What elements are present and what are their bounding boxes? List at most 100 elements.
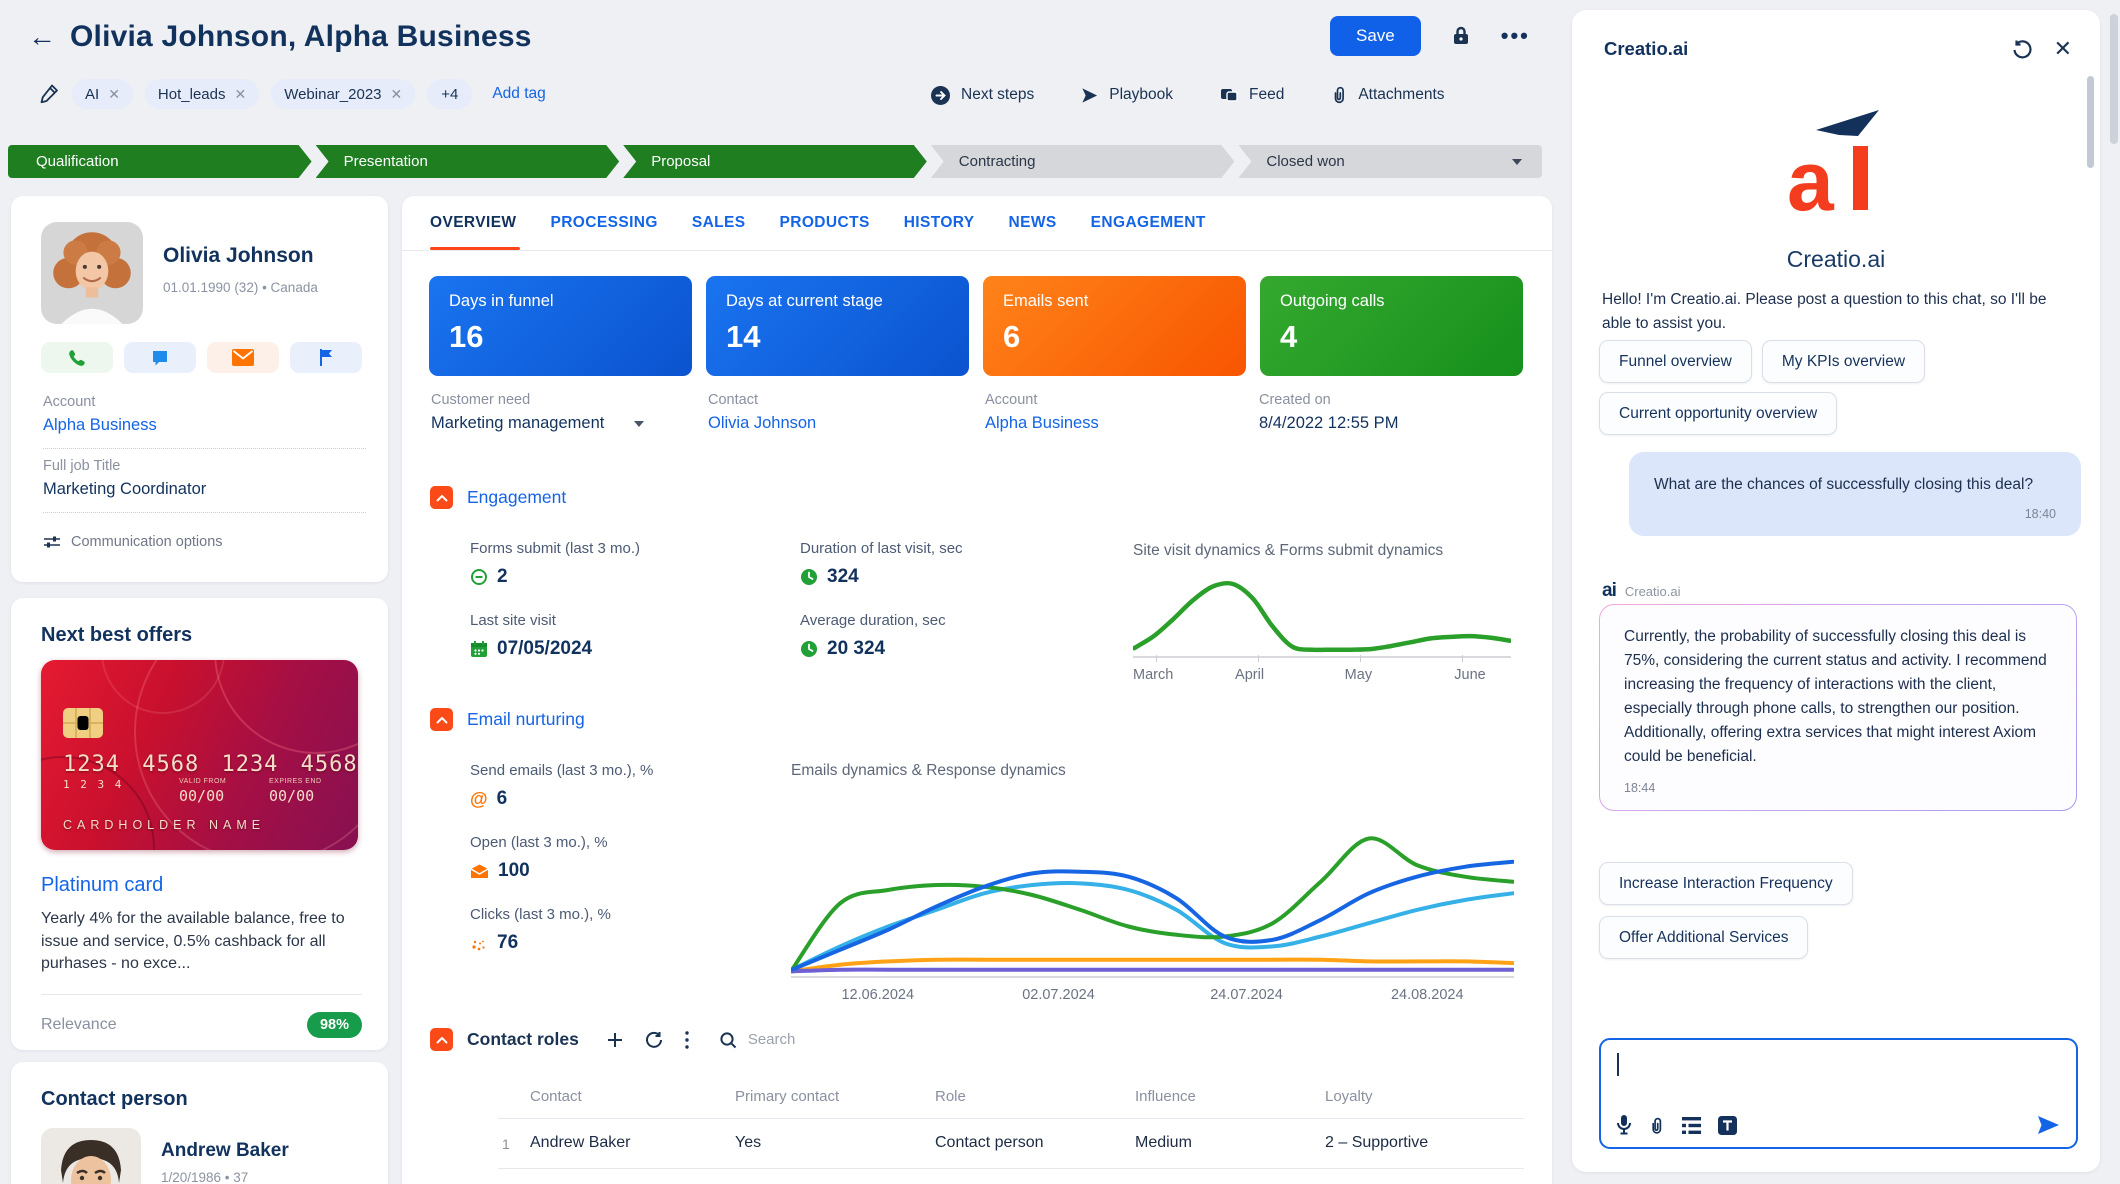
- kpi-label: Emails sent: [1003, 292, 1226, 311]
- tick-label: 24.07.2024: [1210, 987, 1283, 1003]
- metric-label: Average duration, sec: [800, 612, 946, 629]
- page-scrollbar-thumb[interactable]: [2110, 14, 2118, 144]
- contact-person-meta: 1/20/1986 • 37: [161, 1170, 248, 1184]
- collapse-icon[interactable]: [430, 1028, 453, 1051]
- tab-processing[interactable]: PROCESSING: [550, 196, 657, 250]
- funnel-stage-proposal[interactable]: Proposal: [623, 145, 927, 178]
- chat-input[interactable]: [1599, 1038, 2078, 1149]
- metric-label: Open (last 3 mo.), %: [470, 834, 608, 851]
- suggestion-kpis-overview[interactable]: My KPIs overview: [1762, 340, 1925, 383]
- funnel-stage-contracting[interactable]: Contracting: [931, 145, 1235, 178]
- row-contact-link[interactable]: Andrew Baker: [530, 1134, 631, 1152]
- chart-title: Emails dynamics & Response dynamics: [791, 762, 1514, 780]
- contact-link[interactable]: Olivia Johnson: [708, 414, 985, 433]
- tag-edit-icon[interactable]: [38, 83, 60, 105]
- search-input[interactable]: [746, 1030, 860, 1049]
- column-header-role[interactable]: Role: [935, 1088, 966, 1105]
- suggestion-funnel-overview[interactable]: Funnel overview: [1599, 340, 1752, 383]
- kpi-days-at-stage[interactable]: Days at current stage 14: [706, 276, 969, 376]
- microphone-icon[interactable]: [1617, 1115, 1631, 1135]
- column-header-loyalty[interactable]: Loyalty: [1325, 1088, 1373, 1105]
- add-tag-button[interactable]: Add tag: [492, 85, 545, 103]
- metric-label: Send emails (last 3 mo.), %: [470, 762, 653, 779]
- increase-interaction-button[interactable]: Increase Interaction Frequency: [1599, 862, 1853, 905]
- funnel-stage-qualification[interactable]: Qualification: [8, 145, 312, 178]
- lock-icon[interactable]: [1449, 24, 1473, 48]
- kpi-cards: Days in funnel 16 Days at current stage …: [429, 276, 1523, 376]
- last-site-visit-metric: Last site visit 07/05/2024: [470, 612, 592, 660]
- metric-value: 6: [497, 788, 508, 810]
- call-button[interactable]: [41, 342, 113, 373]
- kpi-emails-sent[interactable]: Emails sent 6: [983, 276, 1246, 376]
- tab-history[interactable]: HISTORY: [904, 196, 975, 250]
- chat-button[interactable]: [124, 342, 196, 373]
- ai-action-buttons: Offer Additional Services: [1599, 916, 1808, 959]
- account-link[interactable]: Alpha Business: [43, 416, 157, 435]
- email-button[interactable]: [207, 342, 279, 373]
- metric-label: Forms submit (last 3 mo.): [470, 540, 640, 557]
- metric-value: 20 324: [827, 638, 885, 660]
- field-label: Account: [985, 392, 1259, 408]
- next-steps-button[interactable]: Next steps: [930, 85, 1034, 106]
- chevron-down-icon: [634, 421, 644, 427]
- tab-sales[interactable]: SALES: [692, 196, 746, 250]
- card-valid-from: VALID FROM 00/00: [179, 778, 226, 805]
- page-title: Olivia Johnson, Alpha Business: [70, 20, 532, 54]
- tag-chip[interactable]: Hot_leads✕: [145, 79, 259, 109]
- tab-news[interactable]: NEWS: [1009, 196, 1057, 250]
- offer-name-link[interactable]: Platinum card: [41, 874, 163, 897]
- contact-roles-toolbar: [607, 1031, 689, 1049]
- column-header-contact[interactable]: Contact: [530, 1088, 582, 1105]
- card-number-small: 1 2 3 4: [63, 778, 123, 791]
- restart-chat-icon[interactable]: [2011, 39, 2032, 60]
- kpi-outgoing-calls[interactable]: Outgoing calls 4: [1260, 276, 1523, 376]
- column-header-primary-contact[interactable]: Primary contact: [735, 1088, 839, 1105]
- more-actions-icon[interactable]: •••: [1501, 23, 1530, 49]
- text-format-icon[interactable]: [1718, 1116, 1737, 1135]
- site-visit-chart: Site visit dynamics & Forms submit dynam…: [1133, 542, 1511, 658]
- offer-services-button[interactable]: Offer Additional Services: [1599, 916, 1808, 959]
- add-icon[interactable]: [607, 1032, 623, 1048]
- tag-remove-icon[interactable]: ✕: [391, 86, 403, 103]
- tab-engagement[interactable]: ENGAGEMENT: [1091, 196, 1206, 250]
- quick-actions: Next steps Playbook Feed Attachments: [930, 80, 1445, 110]
- collapse-icon[interactable]: [430, 708, 453, 731]
- attach-file-icon[interactable]: [1648, 1116, 1665, 1135]
- collapse-icon[interactable]: [430, 486, 453, 509]
- chart-title: Site visit dynamics & Forms submit dynam…: [1133, 542, 1511, 560]
- tag-chip[interactable]: Webinar_2023✕: [271, 79, 415, 109]
- contact-person-name[interactable]: Andrew Baker: [161, 1140, 289, 1162]
- flag-button[interactable]: [290, 342, 362, 373]
- tags-overflow-chip[interactable]: +4: [427, 79, 472, 109]
- attachments-button[interactable]: Attachments: [1330, 85, 1444, 105]
- tab-products[interactable]: PRODUCTS: [780, 196, 870, 250]
- suggestion-opportunity-overview[interactable]: Current opportunity overview: [1599, 392, 1837, 435]
- contact-quick-actions: [41, 342, 362, 373]
- tag-chip[interactable]: AI✕: [72, 79, 133, 109]
- column-header-influence[interactable]: Influence: [1135, 1088, 1196, 1105]
- communication-options-button[interactable]: Communication options: [43, 534, 223, 550]
- tag-remove-icon[interactable]: ✕: [108, 86, 120, 103]
- chevron-down-icon[interactable]: [1512, 159, 1522, 165]
- close-icon[interactable]: ✕: [2054, 38, 2072, 60]
- kpi-days-in-funnel[interactable]: Days in funnel 16: [429, 276, 692, 376]
- chat-input-toolbar: [1617, 1115, 1737, 1135]
- user-message-bubble: What are the chances of successfully clo…: [1629, 452, 2081, 536]
- send-icon[interactable]: [2037, 1115, 2060, 1135]
- outline-list-icon[interactable]: [1682, 1117, 1701, 1134]
- playbook-button[interactable]: Playbook: [1080, 86, 1173, 105]
- customer-need-value: Marketing management: [431, 414, 604, 433]
- feed-button[interactable]: Feed: [1219, 85, 1284, 105]
- funnel-stage-presentation[interactable]: Presentation: [316, 145, 620, 178]
- account-link[interactable]: Alpha Business: [985, 414, 1259, 433]
- save-button[interactable]: Save: [1330, 16, 1421, 56]
- customer-need-select[interactable]: Marketing management: [431, 414, 708, 433]
- kebab-menu-icon[interactable]: [685, 1031, 689, 1049]
- svg-text:a: a: [1787, 134, 1835, 228]
- refresh-icon[interactable]: [645, 1031, 663, 1049]
- back-icon[interactable]: ←: [28, 23, 56, 51]
- tab-overview[interactable]: OVERVIEW: [430, 196, 516, 250]
- contact-roles-search[interactable]: [719, 1030, 860, 1049]
- funnel-stage-closed-won[interactable]: Closed won: [1238, 145, 1542, 178]
- tag-remove-icon[interactable]: ✕: [234, 86, 246, 103]
